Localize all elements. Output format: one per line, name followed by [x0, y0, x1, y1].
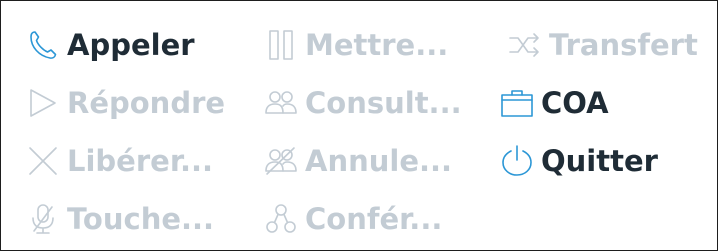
keypad-label: Touche...: [67, 202, 215, 236]
cancel-button[interactable]: Annule...: [263, 136, 452, 186]
quit-button[interactable]: Quitter: [499, 136, 658, 186]
hold-label: Mettre...: [305, 28, 449, 62]
transfer-button[interactable]: Transfert: [507, 20, 698, 70]
transfer-arrows-icon: [507, 27, 543, 63]
call-label: Appeler: [67, 28, 195, 62]
answer-button[interactable]: Répondre: [25, 78, 225, 128]
release-button[interactable]: Libérer...: [25, 136, 213, 186]
call-control-panel: Appeler Répondre Libérer... Touche... Me…: [0, 0, 718, 251]
call-button[interactable]: Appeler: [25, 20, 195, 70]
play-triangle-icon: [25, 85, 61, 121]
answer-label: Répondre: [67, 86, 226, 120]
power-icon: [499, 143, 535, 179]
cross-icon: [25, 143, 61, 179]
two-persons-icon: [263, 85, 299, 121]
conference-button[interactable]: Confér...: [263, 194, 442, 244]
transfer-label: Transfert: [549, 28, 698, 62]
coa-label: COA: [541, 86, 609, 120]
pause-icon: [263, 27, 299, 63]
conference-label: Confér...: [305, 202, 443, 236]
phone-icon: [25, 27, 61, 63]
coa-button[interactable]: COA: [499, 78, 609, 128]
persons-crossed-icon: [263, 143, 299, 179]
hold-button[interactable]: Mettre...: [263, 20, 448, 70]
consult-button[interactable]: Consult...: [263, 78, 462, 128]
consult-label: Consult...: [305, 86, 462, 120]
cancel-label: Annule...: [305, 144, 453, 178]
keypad-button[interactable]: Touche...: [25, 194, 214, 244]
conference-icon: [263, 201, 299, 237]
briefcase-icon: [499, 85, 535, 121]
release-label: Libérer...: [67, 144, 214, 178]
quit-label: Quitter: [541, 144, 658, 178]
microphone-icon: [25, 201, 61, 237]
